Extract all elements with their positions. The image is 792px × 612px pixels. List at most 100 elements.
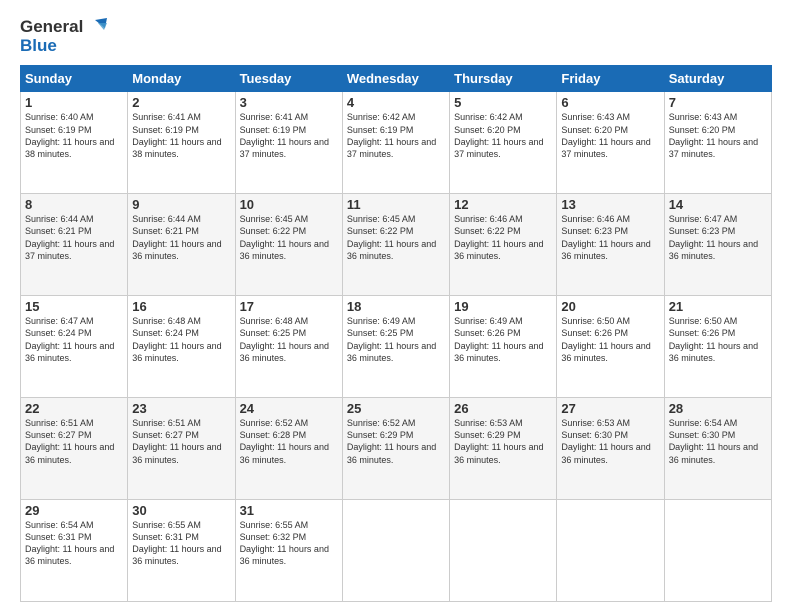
day-number: 19	[454, 299, 552, 314]
day-number: 7	[669, 95, 767, 110]
day-number: 31	[240, 503, 338, 518]
col-header-wednesday: Wednesday	[342, 66, 449, 92]
calendar-cell: 6Sunrise: 6:43 AMSunset: 6:20 PMDaylight…	[557, 92, 664, 194]
calendar-cell: 3Sunrise: 6:41 AMSunset: 6:19 PMDaylight…	[235, 92, 342, 194]
calendar-header-row: SundayMondayTuesdayWednesdayThursdayFrid…	[21, 66, 772, 92]
day-info: Sunrise: 6:46 AMSunset: 6:23 PMDaylight:…	[561, 213, 659, 262]
calendar-cell: 31Sunrise: 6:55 AMSunset: 6:32 PMDayligh…	[235, 500, 342, 602]
col-header-sunday: Sunday	[21, 66, 128, 92]
day-number: 26	[454, 401, 552, 416]
day-number: 14	[669, 197, 767, 212]
day-number: 9	[132, 197, 230, 212]
calendar-cell: 20Sunrise: 6:50 AMSunset: 6:26 PMDayligh…	[557, 296, 664, 398]
day-info: Sunrise: 6:47 AMSunset: 6:23 PMDaylight:…	[669, 213, 767, 262]
calendar-week-5: 29Sunrise: 6:54 AMSunset: 6:31 PMDayligh…	[21, 500, 772, 602]
day-number: 10	[240, 197, 338, 212]
day-info: Sunrise: 6:43 AMSunset: 6:20 PMDaylight:…	[669, 111, 767, 160]
day-info: Sunrise: 6:48 AMSunset: 6:25 PMDaylight:…	[240, 315, 338, 364]
day-info: Sunrise: 6:49 AMSunset: 6:25 PMDaylight:…	[347, 315, 445, 364]
calendar-cell: 19Sunrise: 6:49 AMSunset: 6:26 PMDayligh…	[450, 296, 557, 398]
day-number: 6	[561, 95, 659, 110]
calendar-cell: 1Sunrise: 6:40 AMSunset: 6:19 PMDaylight…	[21, 92, 128, 194]
logo-text-general: General	[20, 18, 83, 37]
calendar-week-4: 22Sunrise: 6:51 AMSunset: 6:27 PMDayligh…	[21, 398, 772, 500]
logo-graphic: General Blue	[20, 18, 107, 55]
logo-bird-icon	[85, 18, 107, 36]
day-info: Sunrise: 6:49 AMSunset: 6:26 PMDaylight:…	[454, 315, 552, 364]
calendar-cell: 8Sunrise: 6:44 AMSunset: 6:21 PMDaylight…	[21, 194, 128, 296]
calendar-cell: 10Sunrise: 6:45 AMSunset: 6:22 PMDayligh…	[235, 194, 342, 296]
day-info: Sunrise: 6:42 AMSunset: 6:20 PMDaylight:…	[454, 111, 552, 160]
calendar-cell	[450, 500, 557, 602]
calendar-week-1: 1Sunrise: 6:40 AMSunset: 6:19 PMDaylight…	[21, 92, 772, 194]
calendar-cell: 24Sunrise: 6:52 AMSunset: 6:28 PMDayligh…	[235, 398, 342, 500]
day-number: 20	[561, 299, 659, 314]
day-number: 13	[561, 197, 659, 212]
calendar-cell: 16Sunrise: 6:48 AMSunset: 6:24 PMDayligh…	[128, 296, 235, 398]
day-info: Sunrise: 6:45 AMSunset: 6:22 PMDaylight:…	[347, 213, 445, 262]
col-header-tuesday: Tuesday	[235, 66, 342, 92]
day-info: Sunrise: 6:43 AMSunset: 6:20 PMDaylight:…	[561, 111, 659, 160]
calendar-cell: 22Sunrise: 6:51 AMSunset: 6:27 PMDayligh…	[21, 398, 128, 500]
day-number: 8	[25, 197, 123, 212]
day-number: 25	[347, 401, 445, 416]
day-info: Sunrise: 6:53 AMSunset: 6:29 PMDaylight:…	[454, 417, 552, 466]
day-number: 23	[132, 401, 230, 416]
day-info: Sunrise: 6:45 AMSunset: 6:22 PMDaylight:…	[240, 213, 338, 262]
day-info: Sunrise: 6:46 AMSunset: 6:22 PMDaylight:…	[454, 213, 552, 262]
calendar-table: SundayMondayTuesdayWednesdayThursdayFrid…	[20, 65, 772, 602]
day-number: 17	[240, 299, 338, 314]
day-info: Sunrise: 6:51 AMSunset: 6:27 PMDaylight:…	[132, 417, 230, 466]
day-info: Sunrise: 6:41 AMSunset: 6:19 PMDaylight:…	[132, 111, 230, 160]
day-info: Sunrise: 6:42 AMSunset: 6:19 PMDaylight:…	[347, 111, 445, 160]
col-header-monday: Monday	[128, 66, 235, 92]
calendar-cell: 5Sunrise: 6:42 AMSunset: 6:20 PMDaylight…	[450, 92, 557, 194]
calendar-cell: 27Sunrise: 6:53 AMSunset: 6:30 PMDayligh…	[557, 398, 664, 500]
calendar-cell: 30Sunrise: 6:55 AMSunset: 6:31 PMDayligh…	[128, 500, 235, 602]
logo: General Blue	[20, 18, 107, 55]
calendar-cell: 12Sunrise: 6:46 AMSunset: 6:22 PMDayligh…	[450, 194, 557, 296]
day-info: Sunrise: 6:44 AMSunset: 6:21 PMDaylight:…	[132, 213, 230, 262]
day-number: 21	[669, 299, 767, 314]
day-info: Sunrise: 6:40 AMSunset: 6:19 PMDaylight:…	[25, 111, 123, 160]
calendar-cell: 25Sunrise: 6:52 AMSunset: 6:29 PMDayligh…	[342, 398, 449, 500]
calendar-cell: 23Sunrise: 6:51 AMSunset: 6:27 PMDayligh…	[128, 398, 235, 500]
calendar-cell: 9Sunrise: 6:44 AMSunset: 6:21 PMDaylight…	[128, 194, 235, 296]
calendar-cell: 13Sunrise: 6:46 AMSunset: 6:23 PMDayligh…	[557, 194, 664, 296]
day-info: Sunrise: 6:50 AMSunset: 6:26 PMDaylight:…	[669, 315, 767, 364]
col-header-thursday: Thursday	[450, 66, 557, 92]
day-number: 5	[454, 95, 552, 110]
day-info: Sunrise: 6:55 AMSunset: 6:32 PMDaylight:…	[240, 519, 338, 568]
day-number: 29	[25, 503, 123, 518]
logo-text-blue: Blue	[20, 37, 57, 56]
calendar-cell: 14Sunrise: 6:47 AMSunset: 6:23 PMDayligh…	[664, 194, 771, 296]
day-info: Sunrise: 6:44 AMSunset: 6:21 PMDaylight:…	[25, 213, 123, 262]
day-info: Sunrise: 6:55 AMSunset: 6:31 PMDaylight:…	[132, 519, 230, 568]
calendar-cell: 18Sunrise: 6:49 AMSunset: 6:25 PMDayligh…	[342, 296, 449, 398]
calendar-cell: 28Sunrise: 6:54 AMSunset: 6:30 PMDayligh…	[664, 398, 771, 500]
calendar-cell	[557, 500, 664, 602]
day-number: 12	[454, 197, 552, 212]
calendar-cell	[664, 500, 771, 602]
header: General Blue	[20, 18, 772, 55]
day-number: 16	[132, 299, 230, 314]
calendar-cell: 26Sunrise: 6:53 AMSunset: 6:29 PMDayligh…	[450, 398, 557, 500]
day-number: 24	[240, 401, 338, 416]
day-info: Sunrise: 6:51 AMSunset: 6:27 PMDaylight:…	[25, 417, 123, 466]
day-info: Sunrise: 6:52 AMSunset: 6:28 PMDaylight:…	[240, 417, 338, 466]
calendar-cell: 15Sunrise: 6:47 AMSunset: 6:24 PMDayligh…	[21, 296, 128, 398]
calendar-cell	[342, 500, 449, 602]
day-info: Sunrise: 6:47 AMSunset: 6:24 PMDaylight:…	[25, 315, 123, 364]
day-number: 15	[25, 299, 123, 314]
calendar-cell: 29Sunrise: 6:54 AMSunset: 6:31 PMDayligh…	[21, 500, 128, 602]
day-info: Sunrise: 6:52 AMSunset: 6:29 PMDaylight:…	[347, 417, 445, 466]
day-number: 1	[25, 95, 123, 110]
day-info: Sunrise: 6:53 AMSunset: 6:30 PMDaylight:…	[561, 417, 659, 466]
day-info: Sunrise: 6:54 AMSunset: 6:31 PMDaylight:…	[25, 519, 123, 568]
col-header-friday: Friday	[557, 66, 664, 92]
day-number: 4	[347, 95, 445, 110]
calendar-cell: 21Sunrise: 6:50 AMSunset: 6:26 PMDayligh…	[664, 296, 771, 398]
calendar-cell: 11Sunrise: 6:45 AMSunset: 6:22 PMDayligh…	[342, 194, 449, 296]
day-number: 22	[25, 401, 123, 416]
day-info: Sunrise: 6:41 AMSunset: 6:19 PMDaylight:…	[240, 111, 338, 160]
